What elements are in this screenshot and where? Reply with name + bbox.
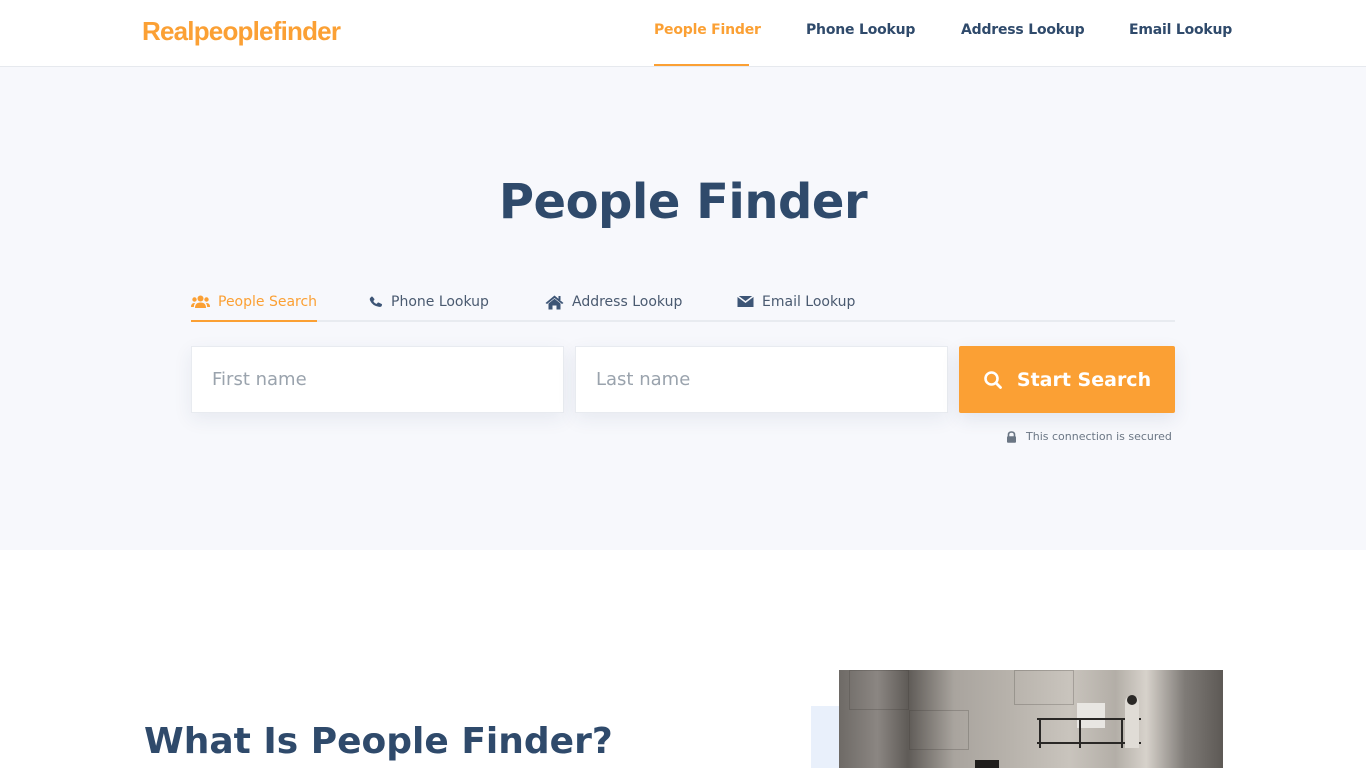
phone-icon	[369, 296, 383, 307]
about-section-title: What Is People Finder?	[144, 721, 613, 762]
site-header: Realpeoplefinder People Finder Phone Loo…	[0, 0, 1366, 67]
photo-detail	[1039, 718, 1041, 748]
first-name-field[interactable]	[191, 346, 564, 413]
search-tabs: People Search Phone Lookup Address Looku…	[191, 292, 1175, 322]
start-search-label: Start Search	[1016, 368, 1152, 391]
tab-address-lookup[interactable]: Address Lookup	[545, 292, 682, 322]
tab-phone-lookup[interactable]: Phone Lookup	[369, 292, 489, 322]
tab-label: Email Lookup	[762, 294, 856, 310]
users-icon	[191, 295, 210, 308]
last-name-input[interactable]	[596, 369, 947, 390]
hero-section: People Finder People Search Phone Lookup	[0, 67, 1366, 550]
photo-detail	[1077, 703, 1105, 728]
lock-icon	[1007, 430, 1016, 443]
tab-email-lookup[interactable]: Email Lookup	[737, 292, 855, 322]
last-name-field[interactable]	[575, 346, 948, 413]
search-icon	[984, 370, 1002, 389]
photo-detail	[975, 760, 999, 768]
secure-text: This connection is secured	[1026, 430, 1172, 443]
first-name-input[interactable]	[212, 369, 563, 390]
start-search-button[interactable]: Start Search	[959, 346, 1175, 413]
photo-detail	[909, 710, 969, 750]
tab-label: People Search	[218, 294, 318, 310]
home-icon	[545, 295, 564, 310]
about-photo	[839, 670, 1223, 768]
photo-detail	[1079, 718, 1081, 748]
page-title: People Finder	[498, 174, 868, 230]
nav-address-lookup[interactable]: Address Lookup	[961, 22, 1085, 38]
nav-active-indicator	[654, 64, 749, 66]
tab-label: Address Lookup	[572, 294, 683, 310]
tab-people-search[interactable]: People Search	[191, 292, 318, 322]
tab-label: Phone Lookup	[391, 294, 489, 310]
photo-detail	[1121, 718, 1123, 748]
secure-connection-note: This connection is secured	[1006, 430, 1172, 443]
envelope-icon	[737, 295, 754, 307]
nav-phone-lookup[interactable]: Phone Lookup	[806, 22, 915, 38]
photo-detail	[849, 670, 909, 710]
photo-detail	[1014, 670, 1074, 705]
photo-detail	[1127, 695, 1137, 705]
nav-email-lookup[interactable]: Email Lookup	[1129, 22, 1232, 38]
nav-people-finder[interactable]: People Finder	[654, 22, 761, 38]
site-logo[interactable]: Realpeoplefinder	[142, 16, 341, 47]
